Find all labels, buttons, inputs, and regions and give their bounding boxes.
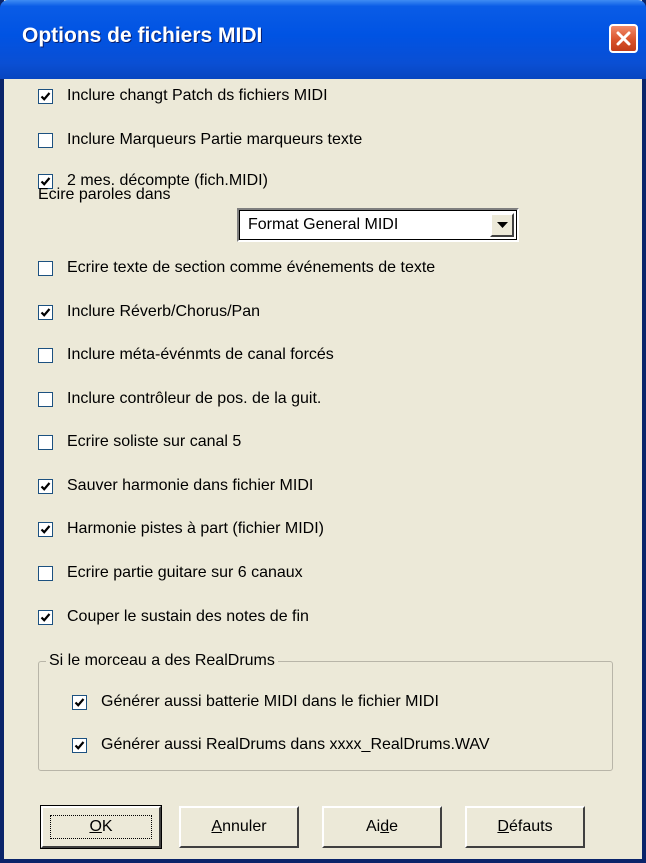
checkbox[interactable] xyxy=(38,132,53,148)
option-save-harmony[interactable]: Sauver harmonie dans fichier MIDI xyxy=(38,473,313,499)
checkbox[interactable] xyxy=(72,737,87,753)
option-label: Ecrire soliste sur canal 5 xyxy=(67,433,242,450)
ok-label-rest: K xyxy=(101,818,113,835)
check-mark-icon xyxy=(40,524,51,534)
option-label: Harmonie pistes à part (fichier MIDI) xyxy=(67,520,324,537)
defaults-mnemonic: D xyxy=(497,818,509,835)
option-include-part-markers[interactable]: Inclure Marqueurs Partie marqueurs texte xyxy=(38,127,362,153)
close-icon xyxy=(616,31,631,46)
cancel-button[interactable]: Annuler xyxy=(179,806,299,848)
option-generate-midi-drums[interactable]: Générer aussi batterie MIDI dans le fich… xyxy=(72,689,439,715)
checkbox[interactable] xyxy=(38,88,53,104)
check-mark-icon xyxy=(40,176,51,186)
defaults-button[interactable]: Défauts xyxy=(465,806,585,848)
chevron-down-icon xyxy=(497,222,508,228)
checkbox[interactable] xyxy=(38,478,53,494)
dialog-title: Options de fichiers MIDI xyxy=(22,24,263,47)
help-mnemonic: d xyxy=(380,818,390,835)
checkbox[interactable] xyxy=(38,609,53,625)
ok-mnemonic: O xyxy=(89,818,102,835)
option-label: Inclure contrôleur de pos. de la guit. xyxy=(67,390,322,407)
option-label: Ecrire texte de section comme événements… xyxy=(67,259,436,276)
close-button[interactable] xyxy=(609,24,638,53)
lyrics-format-value: Format General MIDI xyxy=(248,216,399,233)
check-mark-icon xyxy=(40,91,51,101)
option-soloist-channel-5[interactable]: Ecrire soliste sur canal 5 xyxy=(38,429,241,455)
option-label: Couper le sustain des notes de fin xyxy=(67,608,309,625)
option-channel-meta-events[interactable]: Inclure méta-événmts de canal forcés xyxy=(38,342,334,368)
check-mark-icon xyxy=(40,307,51,317)
midi-options-dialog: Options de fichiers MIDI Inclure changt … xyxy=(0,0,646,863)
help-button[interactable]: Ai d e xyxy=(322,806,442,848)
option-reverb-chorus-pan[interactable]: Inclure Réverb/Chorus/Pan xyxy=(38,299,260,325)
checkbox[interactable] xyxy=(38,304,53,320)
option-label: Générer aussi RealDrums dans xxxx_RealDr… xyxy=(101,736,490,753)
checkbox[interactable] xyxy=(38,347,53,363)
realdrums-group-title: Si le morceau a des RealDrums xyxy=(46,652,278,670)
option-label: Sauver harmonie dans fichier MIDI xyxy=(67,477,314,494)
ok-button[interactable]: OK xyxy=(40,805,162,849)
checkbox[interactable] xyxy=(72,694,87,710)
dropdown-button[interactable] xyxy=(490,213,514,237)
check-mark-icon xyxy=(40,481,51,491)
option-label: Générer aussi batterie MIDI dans le fich… xyxy=(101,693,439,710)
option-label: Inclure changt Patch ds fichiers MIDI xyxy=(67,87,328,104)
lyrics-format-label: Ecire paroles dans xyxy=(38,186,171,203)
checkbox[interactable] xyxy=(38,391,53,407)
option-label: Inclure méta-événmts de canal forcés xyxy=(67,346,334,363)
option-label: Ecrire partie guitare sur 6 canaux xyxy=(67,564,303,581)
option-generate-realdrums-wav[interactable]: Générer aussi RealDrums dans xxxx_RealDr… xyxy=(72,732,490,758)
help-label-pre: Ai xyxy=(365,818,381,835)
checkbox[interactable] xyxy=(38,565,53,581)
lyrics-format-select[interactable]: Format General MIDI xyxy=(237,208,519,242)
checkbox[interactable] xyxy=(38,260,53,276)
cancel-label-rest: nnuler xyxy=(222,818,267,835)
defaults-label-rest: éfauts xyxy=(508,818,553,835)
option-guitar-position-controller[interactable]: Inclure contrôleur de pos. de la guit. xyxy=(38,386,321,412)
option-cut-sustain-end-notes[interactable]: Couper le sustain des notes de fin xyxy=(38,604,309,630)
check-mark-icon xyxy=(74,697,85,707)
check-mark-icon xyxy=(74,740,85,750)
option-guitar-6-channels[interactable]: Ecrire partie guitare sur 6 canaux xyxy=(38,560,303,586)
option-include-patch-changes[interactable]: Inclure changt Patch ds fichiers MIDI xyxy=(38,83,328,109)
checkbox[interactable] xyxy=(38,521,53,537)
focus-rect: OK xyxy=(50,815,152,839)
check-mark-icon xyxy=(40,612,51,622)
option-label: Inclure Réverb/Chorus/Pan xyxy=(67,303,260,320)
option-label: Inclure Marqueurs Partie marqueurs texte xyxy=(67,131,363,148)
option-section-text-events[interactable]: Ecrire texte de section comme événements… xyxy=(38,255,435,281)
help-label-post: e xyxy=(389,818,399,835)
cancel-mnemonic: A xyxy=(211,818,223,835)
option-harmony-separate-tracks[interactable]: Harmonie pistes à part (fichier MIDI) xyxy=(38,516,324,542)
checkbox[interactable] xyxy=(38,434,53,450)
title-bar: Options de fichiers MIDI xyxy=(0,0,646,79)
